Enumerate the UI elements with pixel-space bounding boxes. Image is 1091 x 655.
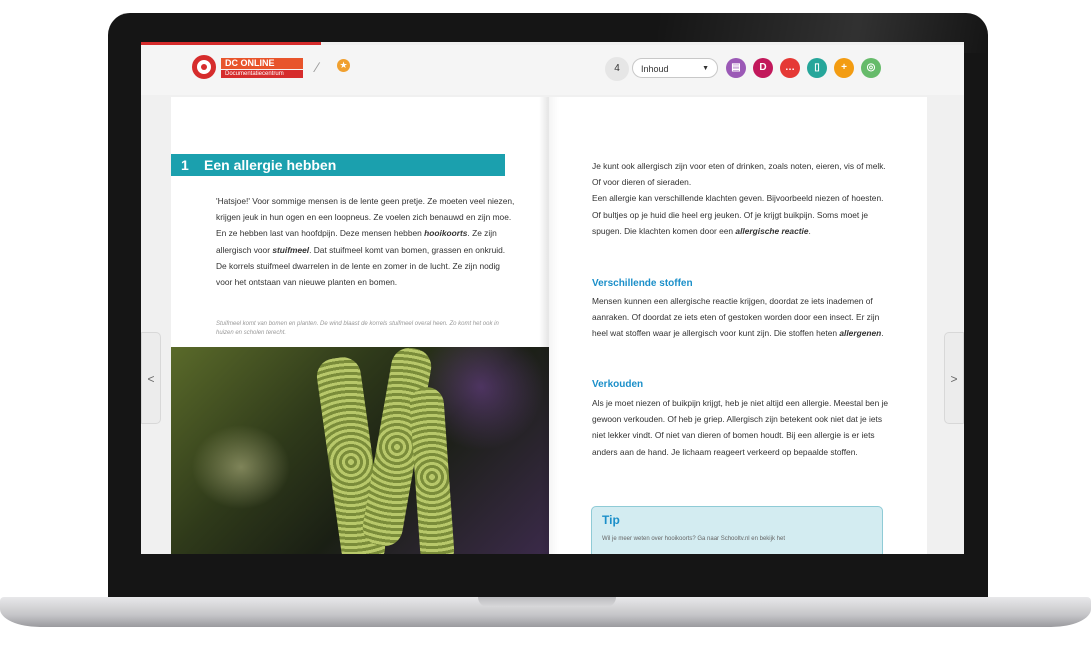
subheading-verkouden: Verkouden xyxy=(592,379,644,390)
tip-text: Wil je meer weten over hooikoorts? Ga na… xyxy=(602,536,785,542)
logo-title[interactable]: DC ONLINE xyxy=(221,58,303,69)
chapter-select-value: Inhoud xyxy=(641,64,669,74)
d-button[interactable]: D xyxy=(753,58,773,78)
paragraph-verkouden: Als je moet niezen of buikpijn krijgt, h… xyxy=(592,398,889,457)
chapter-select[interactable]: Inhoud ▼ xyxy=(632,58,718,78)
keyword-hooikoorts[interactable]: hooikoorts xyxy=(424,228,467,238)
page-gutter xyxy=(539,97,559,554)
paragraph-stoffen: Mensen kunnen een allergische reactie kr… xyxy=(592,296,884,339)
book-button[interactable]: ▤ xyxy=(726,58,746,78)
book-spread: 1 Een allergie hebben 'Hatsjoe!' Voor so… xyxy=(171,97,927,554)
previous-page-button[interactable]: < xyxy=(141,332,161,424)
tip-box: Tip Wil je meer weten over hooikoorts? G… xyxy=(591,506,883,554)
toolbar: DC ONLINE Documentatiecentrum ∕ ★ 4 Inho… xyxy=(141,45,964,95)
left-page: 1 Een allergie hebben 'Hatsjoe!' Voor so… xyxy=(171,97,549,554)
intro-paragraph: 'Hatsjoe!' Voor sommige mensen is de len… xyxy=(216,196,515,288)
base-notch xyxy=(478,597,616,607)
keyword-allergenen[interactable]: allergenen xyxy=(839,328,881,338)
keyword-stuifmeel[interactable]: stuifmeel xyxy=(272,245,309,255)
chapter-number: 1 xyxy=(181,157,189,173)
paragraph-allergy: Je kunt ook allergisch zijn voor eten of… xyxy=(592,161,886,236)
edit-icon[interactable]: ∕ xyxy=(316,59,318,75)
keyword-allergische-reactie[interactable]: allergische reactie xyxy=(735,226,808,236)
photo-caption: Stuifmeel komt van bomen en planten. De … xyxy=(216,321,499,336)
pollen-photo xyxy=(171,347,549,554)
chapter-title: Een allergie hebben xyxy=(204,157,337,173)
subheading-verschillende-stoffen: Verschillende stoffen xyxy=(592,278,693,289)
logo-subtitle: Documentatiecentrum xyxy=(221,70,303,78)
right-page: Je kunt ook allergisch zijn voor eten of… xyxy=(549,97,927,554)
tip-label: Tip xyxy=(602,513,620,527)
globe-button[interactable]: ◎ xyxy=(861,58,881,78)
add-button[interactable]: + xyxy=(834,58,854,78)
logo-icon[interactable] xyxy=(192,55,216,79)
page-number[interactable]: 4 xyxy=(605,57,629,81)
comment-button[interactable]: … xyxy=(780,58,800,78)
note-button[interactable]: ▯ xyxy=(807,58,827,78)
app-screen: DC ONLINE Documentatiecentrum ∕ ★ 4 Inho… xyxy=(141,42,964,554)
laptop-base xyxy=(0,597,1091,627)
star-icon[interactable]: ★ xyxy=(337,59,350,72)
catkin-image xyxy=(408,386,456,554)
chapter-heading: 1 Een allergie hebben xyxy=(171,154,505,176)
next-page-button[interactable]: > xyxy=(944,332,964,424)
chevron-down-icon: ▼ xyxy=(702,65,709,72)
